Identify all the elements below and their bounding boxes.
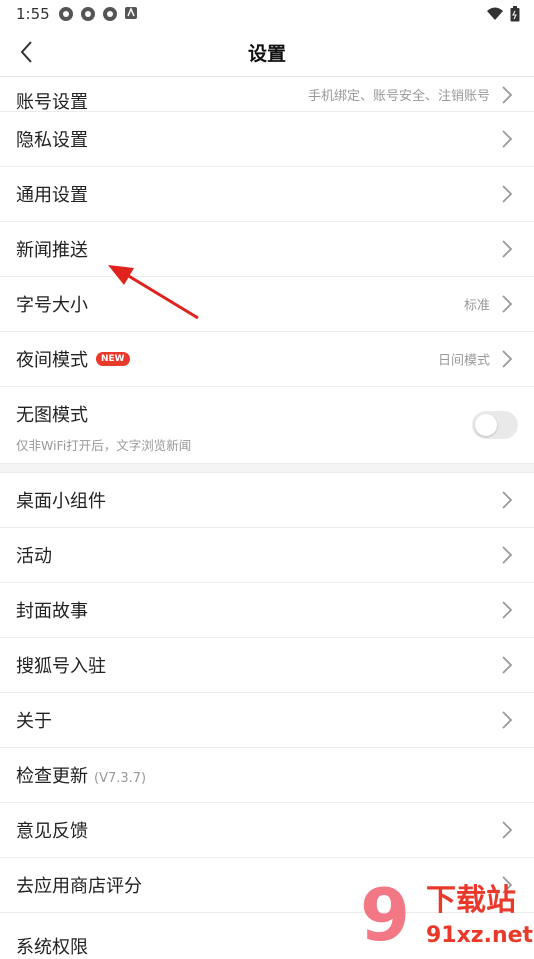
chevron-right-icon <box>502 240 513 258</box>
chevron-right-icon <box>502 86 513 104</box>
app-icon <box>59 7 73 21</box>
item-label: 新闻推送 <box>16 240 88 261</box>
settings-list: 账号设置 手机绑定、账号安全、注销账号 隐私设置 通用设置 新闻推送 字号大小 … <box>0 76 534 958</box>
item-label: 通用设置 <box>16 185 88 206</box>
item-label: 账号设置 <box>16 92 88 113</box>
chevron-right-icon <box>502 185 513 203</box>
item-label: 活动 <box>16 546 52 567</box>
app-icon <box>103 7 117 21</box>
chevron-right-icon <box>502 711 513 729</box>
item-label: 夜间模式 NEW <box>16 346 130 372</box>
sohu-account-item[interactable]: 搜狐号入驻 <box>0 638 534 693</box>
item-description: 仅非WiFi打开后，文字浏览新闻 <box>16 438 192 453</box>
watermark-text: 下载站 <box>426 883 516 918</box>
privacy-settings-item[interactable]: 隐私设置 <box>0 112 534 167</box>
item-label: 隐私设置 <box>16 130 88 151</box>
item-label: 封面故事 <box>16 601 88 622</box>
chevron-right-icon <box>502 546 513 564</box>
status-time: 1:55 <box>16 5 50 23</box>
font-size-item[interactable]: 字号大小 标准 <box>0 277 534 332</box>
item-label: 去应用商店评分 <box>16 876 142 897</box>
status-icons <box>58 6 138 22</box>
cover-story-item[interactable]: 封面故事 <box>0 583 534 638</box>
item-value: 标准 <box>463 298 490 314</box>
nav-bar: 设置 <box>0 28 534 77</box>
general-settings-item[interactable]: 通用设置 <box>0 167 534 222</box>
notification-icon <box>125 7 137 19</box>
item-label: 桌面小组件 <box>16 491 106 512</box>
chevron-right-icon <box>502 295 513 313</box>
watermark-logo: 9 下载站 91xz.net <box>360 873 534 950</box>
item-value: 日间模式 <box>437 353 490 369</box>
app-icon <box>81 7 95 21</box>
item-label: 无图模式 <box>16 405 88 426</box>
chevron-right-icon <box>502 350 513 368</box>
chevron-right-icon <box>502 130 513 148</box>
no-image-toggle[interactable] <box>472 411 518 439</box>
check-update-label: 检查更新 <box>16 766 88 787</box>
status-bar: 1:55 <box>0 0 534 28</box>
chevron-right-icon <box>502 491 513 509</box>
chevron-right-icon <box>502 656 513 674</box>
watermark-mark: 9 <box>360 873 410 950</box>
item-value: 手机绑定、账号安全、注销账号 <box>307 89 490 104</box>
item-label: 字号大小 <box>16 295 88 316</box>
check-update-item[interactable]: 检查更新 (V7.3.7) <box>0 748 534 803</box>
news-push-item[interactable]: 新闻推送 <box>0 222 534 277</box>
chevron-right-icon <box>502 601 513 619</box>
item-label: 意见反馈 <box>16 821 88 842</box>
page-title: 设置 <box>247 43 286 65</box>
activity-item[interactable]: 活动 <box>0 528 534 583</box>
battery-icon <box>510 6 520 22</box>
night-mode-item[interactable]: 夜间模式 NEW 日间模式 <box>0 332 534 387</box>
toggle-knob <box>475 414 497 436</box>
wifi-icon <box>487 7 503 20</box>
watermark-url: 91xz.net <box>426 923 534 948</box>
desktop-widget-item[interactable]: 桌面小组件 <box>0 473 534 528</box>
no-image-mode-item: 无图模式 仅非WiFi打开后，文字浏览新闻 <box>0 387 534 464</box>
section-divider <box>0 464 534 473</box>
account-settings-item[interactable]: 账号设置 手机绑定、账号安全、注销账号 <box>0 76 534 113</box>
about-item[interactable]: 关于 <box>0 693 534 748</box>
item-label: 搜狐号入驻 <box>16 656 106 677</box>
status-right <box>486 6 520 22</box>
new-badge: NEW <box>96 352 130 366</box>
feedback-item[interactable]: 意见反馈 <box>0 803 534 858</box>
version-text: (V7.3.7) <box>94 771 147 786</box>
item-label: 检查更新 (V7.3.7) <box>16 762 146 788</box>
item-label: 系统权限 <box>16 937 88 958</box>
item-label: 关于 <box>16 711 52 732</box>
night-mode-label: 夜间模式 <box>16 350 88 371</box>
chevron-right-icon <box>502 821 513 839</box>
